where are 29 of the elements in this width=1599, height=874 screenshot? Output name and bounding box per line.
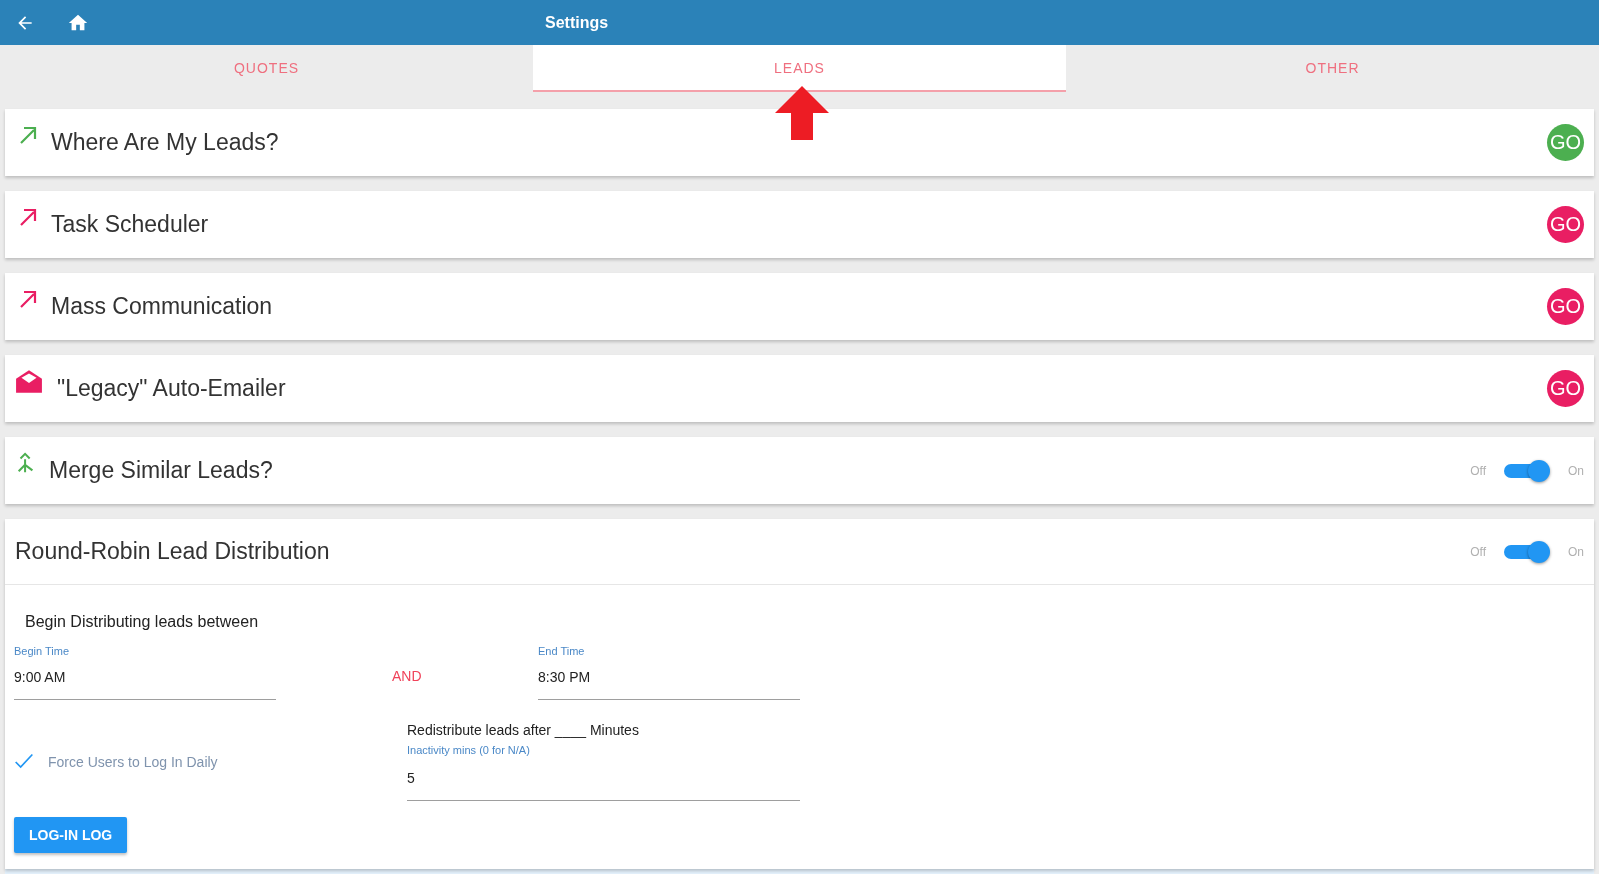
on-label: On (1568, 463, 1584, 478)
minutes-field[interactable]: Inactivity mins (0 for N/A) 5 (407, 744, 800, 801)
card-title: Where Are My Leads? (51, 129, 279, 156)
go-button[interactable]: GO (1547, 124, 1584, 161)
page-title: Settings (545, 13, 609, 32)
tab[interactable]: QUOTES (0, 45, 533, 92)
card-title: Task Scheduler (51, 211, 209, 238)
section-heading: Begin Distributing leads between (25, 613, 259, 631)
pointer-arrow-icon (775, 86, 829, 140)
toggle-switch[interactable] (1504, 459, 1550, 482)
field-title: Redistribute leads after ____ Minutes (407, 722, 640, 738)
go-button[interactable]: GO (1547, 206, 1584, 243)
off-label: Off (1470, 463, 1486, 478)
tab[interactable]: LEADS (533, 45, 1066, 92)
log-in-log-button[interactable]: LOG-IN LOG (14, 817, 128, 853)
card-title: Round-Robin Lead Distribution (15, 538, 330, 565)
on-label: On (1568, 544, 1584, 559)
and-label: AND (392, 666, 423, 684)
card-title: Mass Communication (51, 293, 273, 320)
off-label: Off (1470, 544, 1486, 559)
toggle-switch[interactable] (1504, 540, 1550, 563)
card-title: "Legacy" Auto-Emailer (57, 375, 286, 402)
card-title: Merge Similar Leads? (49, 457, 273, 484)
time-field[interactable]: Begin Time 9:00 AM (14, 645, 276, 700)
checkbox-label[interactable]: Force Users to Log In Daily (48, 754, 218, 770)
time-field[interactable]: End Time 8:30 PM (538, 645, 800, 700)
go-button[interactable]: GO (1547, 370, 1584, 407)
go-button[interactable]: GO (1547, 288, 1584, 325)
tab[interactable]: OTHER (1066, 45, 1599, 92)
